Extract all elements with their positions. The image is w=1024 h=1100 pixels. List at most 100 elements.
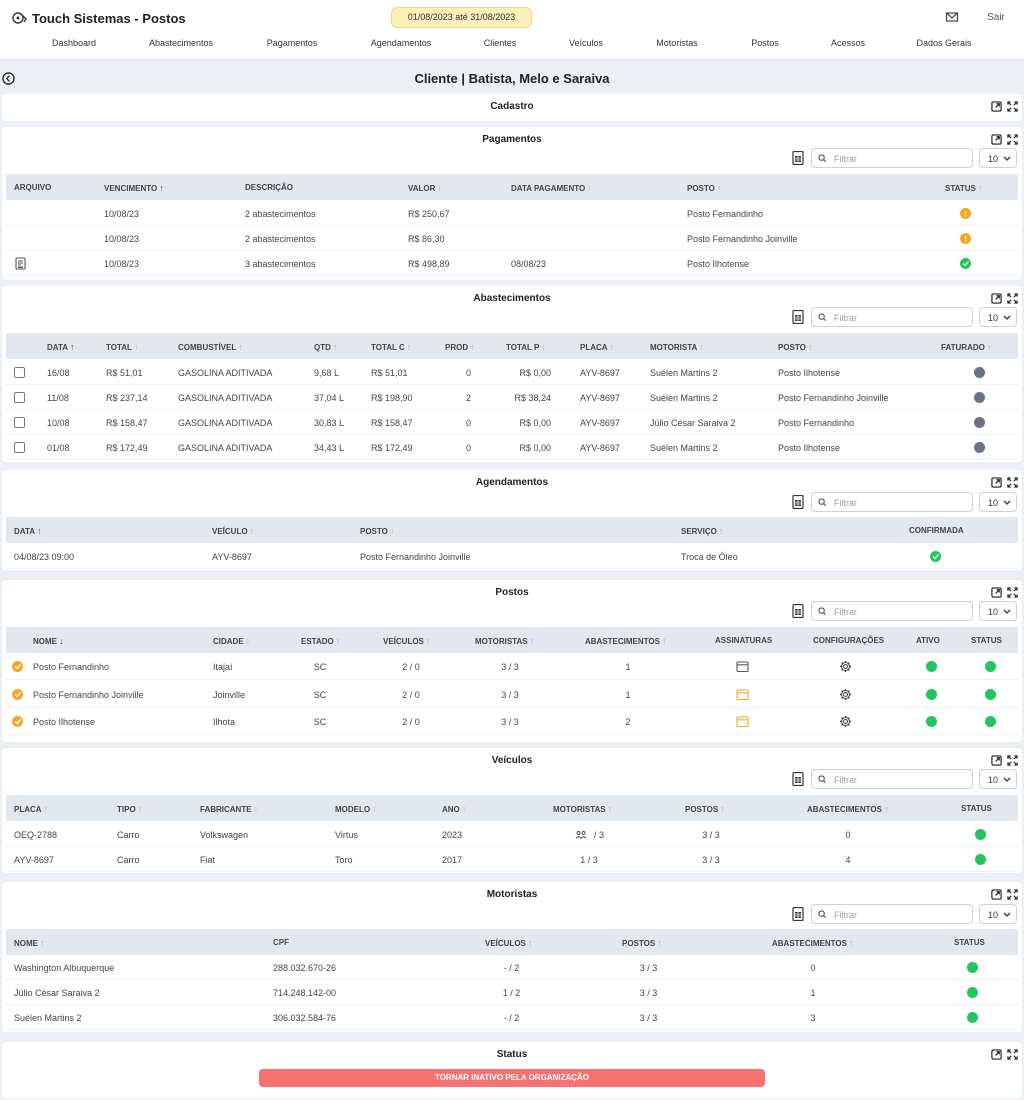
table-row[interactable]: 10/08/23 2 abastecimentos R$ 250,67 Posto F… [6,201,1018,226]
nav-clientes[interactable]: Clientes [484,38,517,48]
table-row[interactable]: 10/08/23 2 abastecimentos R$ 86,30 Posto Fe… [6,226,1018,251]
table-row[interactable]: 16/08 R$ 51,01 GASOLINA ADITIVADA 9,68 L R$ … [6,360,1018,385]
sort-arrow-icon[interactable]: ↑ [426,636,431,646]
open-external-icon[interactable] [991,1049,1002,1060]
excel-export-icon[interactable] [792,151,804,165]
nav-dashboard[interactable]: Dashboard [52,38,96,48]
filter-input[interactable]: Filtrar [811,307,973,327]
excel-export-icon[interactable] [792,495,804,509]
sort-arrow-icon[interactable]: ↑ [808,342,813,352]
excel-export-icon[interactable] [792,772,804,786]
table-row[interactable]: Júlio César Saraiva 2 714.248.142-00 1 / 2… [6,980,1018,1005]
brand[interactable]: Touch Sistemas - Postos [12,10,186,26]
nav-agendamentos[interactable]: Agendamentos [371,38,432,48]
sort-arrow-icon[interactable]: ↑ [246,636,251,646]
open-external-icon[interactable] [991,889,1002,900]
settings-gear-icon[interactable] [839,660,852,673]
column-header[interactable]: Veículo ↑ [212,526,254,536]
open-external-icon[interactable] [991,134,1002,145]
filter-input[interactable]: Filtrar [811,904,973,924]
column-header[interactable]: Total C ↑ [371,342,411,352]
column-header[interactable]: Posto ↑ [687,183,721,193]
sort-arrow-icon[interactable]: ↑ [849,938,854,948]
sort-arrow-icon[interactable]: ↑ [372,804,377,814]
column-header[interactable]: Combustível ↑ [178,342,243,352]
deactivate-button[interactable]: TORNAR INATIVO PELA ORGANIZAÇÃO [259,1069,765,1087]
filter-input[interactable]: Filtrar [811,601,973,621]
column-header[interactable]: Qtd ↑ [314,342,337,352]
column-header[interactable]: Veículos ↑ [485,938,532,948]
open-external-icon[interactable] [991,587,1002,598]
sort-arrow-icon[interactable]: ↑ [610,342,615,352]
fullscreen-icon[interactable] [1007,101,1018,112]
nav-pagamentos[interactable]: Pagamentos [267,38,318,48]
column-header[interactable]: Motoristas ↑ [553,804,612,814]
column-header[interactable]: Placa ↑ [14,804,48,814]
logout-button[interactable]: Sair [983,9,1009,26]
column-header[interactable]: Prod ↑ [445,342,475,352]
fullscreen-icon[interactable] [1007,134,1018,145]
open-external-icon[interactable] [991,477,1002,488]
sort-arrow-icon[interactable]: ↑ [541,342,546,352]
nav-motoristas[interactable]: Motoristas [656,38,698,48]
sort-arrow-icon[interactable]: ↑ [587,183,592,193]
sort-arrow-icon[interactable]: ↑ [37,526,42,536]
subscription-calendar-icon[interactable] [736,660,749,673]
nav-abastecimentos[interactable]: Abastecimentos [149,38,213,48]
sort-arrow-icon[interactable]: ↑ [699,342,704,352]
table-row[interactable]: Washington Albuquerque 288.032.670-26 - / … [6,955,1018,980]
column-header[interactable]: Total ↑ [106,342,138,352]
sort-arrow-icon[interactable]: ↑ [250,526,255,536]
column-header[interactable]: Abastecimentos ↑ [807,804,888,814]
nav-veiculos[interactable]: Veículos [569,38,603,48]
sort-arrow-icon[interactable]: ↑ [662,636,667,646]
sort-arrow-icon[interactable]: ↑ [720,804,725,814]
sort-arrow-icon[interactable]: ↑ [437,183,442,193]
table-row[interactable]: 10/08 R$ 158,47 GASOLINA ADITIVADA 30,83 L R… [6,410,1018,435]
settings-gear-icon[interactable] [839,688,852,701]
sort-arrow-icon[interactable]: ↑ [528,938,533,948]
filter-input[interactable]: Filtrar [811,769,973,789]
sort-arrow-icon[interactable]: ↑ [470,342,475,352]
table-row[interactable]: 01/08 R$ 172,49 GASOLINA ADITIVADA 34,43 L R… [6,435,1018,460]
column-header[interactable]: Total P ↑ [506,342,546,352]
table-row[interactable]: OEQ-2788 Carro Volkswagen Virtus 2023 / 3 3 / … [6,822,1018,847]
receipt-icon[interactable] [14,257,27,270]
subscription-calendar-icon[interactable] [736,688,749,701]
open-external-icon[interactable] [991,293,1002,304]
column-header[interactable]: Serviço ↑ [681,526,723,536]
column-header[interactable]: Motoristas ↑ [475,636,534,646]
column-header[interactable]: Data ↑ [14,526,42,536]
column-header[interactable]: Posto ↑ [778,342,812,352]
row-checkbox[interactable] [14,417,25,428]
column-header[interactable]: Cidade ↑ [213,636,250,646]
sort-arrow-icon[interactable]: ↓ [59,636,64,646]
sort-arrow-icon[interactable]: ↑ [254,804,259,814]
column-header[interactable]: Data ↑ [47,342,75,352]
column-header[interactable]: Status ↑ [945,183,982,193]
sort-arrow-icon[interactable]: ↑ [657,938,662,948]
fullscreen-icon[interactable] [1007,889,1018,900]
sort-arrow-icon[interactable]: ↑ [40,938,45,948]
fullscreen-icon[interactable] [1007,587,1018,598]
fullscreen-icon[interactable] [1007,293,1018,304]
fullscreen-icon[interactable] [1007,755,1018,766]
column-header[interactable]: Modelo ↑ [335,804,377,814]
sort-arrow-icon[interactable]: ↑ [719,526,724,536]
sort-arrow-icon[interactable]: ↑ [44,804,49,814]
sort-arrow-icon[interactable]: ↑ [159,183,164,193]
table-row[interactable]: Posto Ilhotense Ilhota SC 2 / 0 3 / 3 2 [6,708,1018,735]
excel-export-icon[interactable] [792,907,804,921]
sort-arrow-icon[interactable]: ↑ [138,804,143,814]
open-external-icon[interactable] [991,755,1002,766]
column-header[interactable]: Faturado ↑ [941,342,991,352]
table-row[interactable]: 10/08/23 3 abastecimentos R$ 498,89 08/08/2… [6,251,1018,276]
fullscreen-icon[interactable] [1007,1049,1018,1060]
subscription-calendar-icon[interactable] [736,715,749,728]
table-row[interactable]: AYV-8697 Carro Fiat Toro 2017 1 / 3 3 / 3 4 [6,847,1018,872]
sort-arrow-icon[interactable]: ↑ [987,342,992,352]
fullscreen-icon[interactable] [1007,477,1018,488]
column-header[interactable]: Abastecimentos ↑ [772,938,853,948]
sort-arrow-icon[interactable]: ↑ [336,636,341,646]
row-checkbox[interactable] [14,392,25,403]
